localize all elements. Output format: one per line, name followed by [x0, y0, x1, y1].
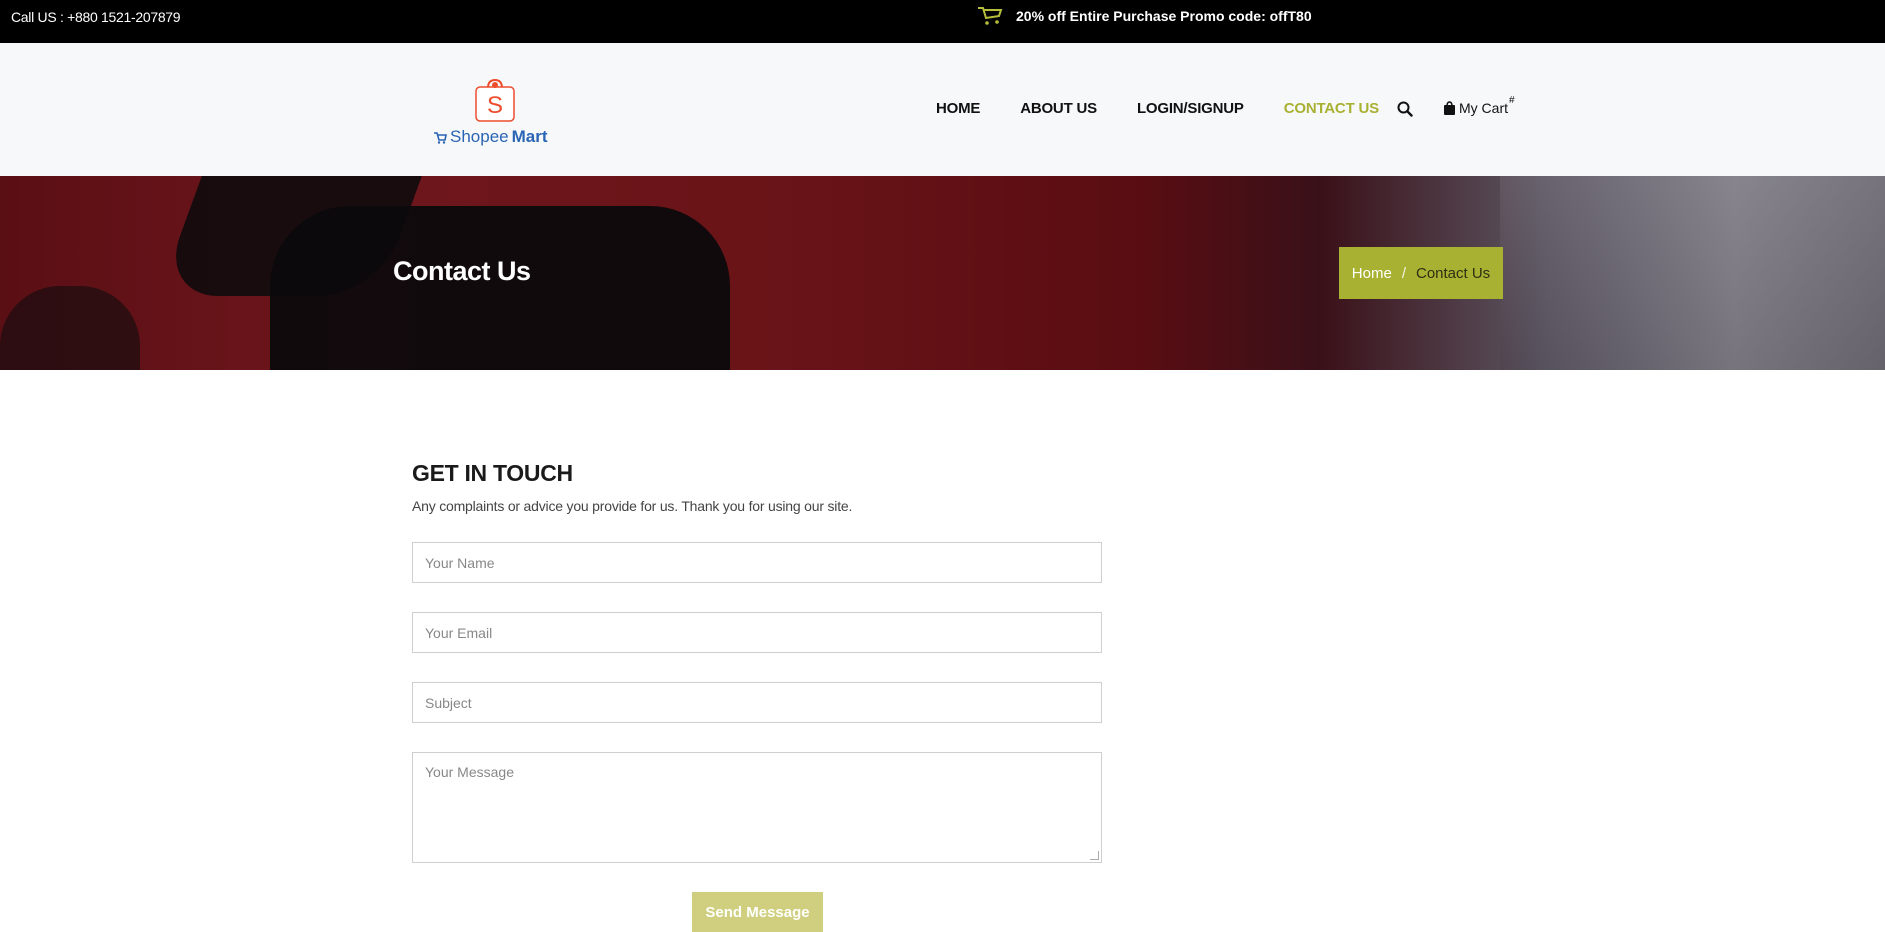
- bag-icon: [1444, 101, 1455, 115]
- site-header: S Shopee Mart HOME ABOUT US LOGIN/SIGNUP …: [0, 43, 1885, 176]
- page-title: Contact Us: [393, 256, 531, 286]
- subject-input[interactable]: Subject: [412, 682, 1102, 723]
- banner-background-shape: [270, 206, 730, 370]
- cart-icon: [976, 5, 1004, 27]
- brand-mart: Mart: [511, 127, 548, 146]
- message-placeholder: Your Message: [425, 764, 514, 780]
- send-message-button[interactable]: Send Message: [692, 892, 823, 932]
- breadcrumb-home[interactable]: Home: [1352, 265, 1392, 282]
- main-nav: HOME ABOUT US LOGIN/SIGNUP CONTACT US: [936, 100, 1419, 117]
- promo-banner: 20% off Entire Purchase Promo code: offT…: [976, 5, 1312, 27]
- banner-background-shape: [0, 286, 140, 370]
- breadcrumb: Home / Contact Us: [1339, 247, 1503, 299]
- cart-count: #: [1509, 95, 1515, 106]
- brand-name: Shopee Mart: [433, 127, 548, 147]
- my-cart-label: My Cart: [1459, 100, 1508, 116]
- nav-contact-us[interactable]: CONTACT US: [1284, 100, 1379, 117]
- search-icon[interactable]: [1397, 101, 1413, 122]
- promo-text: 20% off Entire Purchase Promo code: offT…: [1016, 8, 1312, 24]
- phone-number: Call US : +880 1521-207879: [11, 9, 181, 25]
- resize-handle-icon[interactable]: [1090, 851, 1099, 860]
- section-subheading: Any complaints or advice you provide for…: [412, 498, 853, 514]
- svg-text:S: S: [487, 92, 503, 119]
- cart-small-icon: [434, 131, 447, 144]
- top-bar: Call US : +880 1521-207879 20% off Entir…: [0, 0, 1885, 43]
- banner-light: [1500, 176, 1885, 370]
- subject-placeholder: Subject: [425, 694, 472, 711]
- page-banner: Contact Us Home / Contact Us: [0, 176, 1885, 370]
- message-textarea[interactable]: Your Message: [412, 752, 1102, 863]
- nav-about-us[interactable]: ABOUT US: [1020, 100, 1097, 117]
- my-cart-link[interactable]: My Cart #: [1443, 95, 1515, 116]
- section-heading: GET IN TOUCH: [412, 460, 573, 486]
- nav-home[interactable]: HOME: [936, 100, 980, 117]
- name-input[interactable]: Your Name: [412, 542, 1102, 583]
- nav-login-signup[interactable]: LOGIN/SIGNUP: [1137, 100, 1244, 117]
- breadcrumb-separator: /: [1401, 264, 1406, 282]
- breadcrumb-current: Contact Us: [1415, 264, 1491, 282]
- logo[interactable]: S Shopee Mart: [433, 77, 548, 151]
- email-input[interactable]: Your Email: [412, 612, 1102, 653]
- email-placeholder: Your Email: [425, 624, 493, 641]
- shopping-bag-logo-icon: S: [475, 78, 515, 122]
- name-placeholder: Your Name: [425, 554, 495, 571]
- brand-shopee: Shopee: [450, 127, 509, 146]
